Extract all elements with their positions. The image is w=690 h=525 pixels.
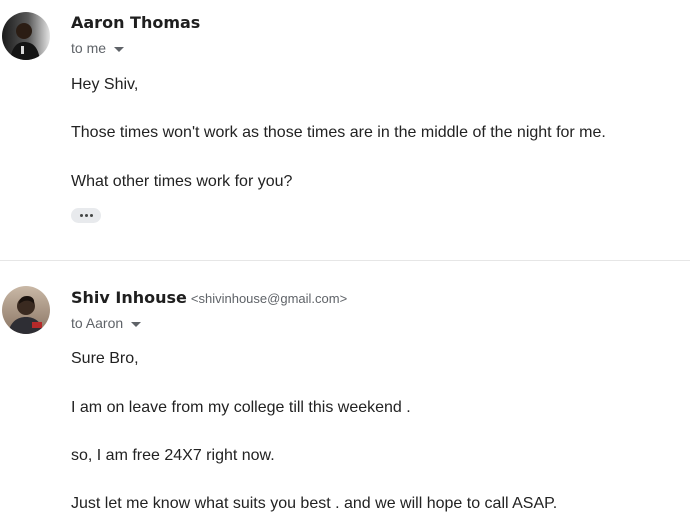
sender-name[interactable]: Shiv Inhouse bbox=[71, 288, 187, 307]
sender-email: <shivinhouse@gmail.com> bbox=[190, 291, 348, 306]
recipient-label: to Aaron bbox=[71, 315, 124, 331]
sender-line: Aaron Thomas bbox=[71, 13, 200, 33]
show-trimmed-content-button[interactable] bbox=[71, 208, 101, 223]
recipient-label: to me bbox=[71, 40, 107, 56]
avatar[interactable] bbox=[2, 286, 50, 334]
message-body-line: Sure Bro, bbox=[71, 350, 139, 367]
avatar[interactable] bbox=[2, 12, 50, 60]
person-avatar-icon bbox=[2, 286, 50, 334]
email-message-aaron[interactable]: Aaron Thomas to me Hey Shiv, Those times… bbox=[0, 0, 690, 260]
caret-down-icon[interactable] bbox=[114, 46, 125, 52]
sender-line: Shiv Inhouse <shivinhouse@gmail.com> bbox=[71, 288, 347, 308]
message-body-line: so, I am free 24X7 right now. bbox=[71, 447, 275, 464]
message-body-line: Those times won't work as those times ar… bbox=[71, 124, 606, 141]
ellipsis-icon bbox=[79, 214, 83, 217]
message-body-line: What other times work for you? bbox=[71, 173, 293, 190]
message-body-line: I am on leave from my college till this … bbox=[71, 399, 411, 416]
person-avatar-icon bbox=[2, 12, 50, 60]
message-body-line: Just let me know what suits you best . a… bbox=[71, 495, 558, 512]
email-message-shiv[interactable]: Shiv Inhouse <shivinhouse@gmail.com> to A… bbox=[0, 261, 690, 525]
sender-name[interactable]: Aaron Thomas bbox=[71, 13, 200, 32]
recipient-details-toggle[interactable]: to me bbox=[71, 40, 125, 56]
caret-down-icon[interactable] bbox=[131, 321, 142, 327]
recipient-details-toggle[interactable]: to Aaron bbox=[71, 315, 142, 331]
message-body-line: Hey Shiv, bbox=[71, 76, 139, 93]
